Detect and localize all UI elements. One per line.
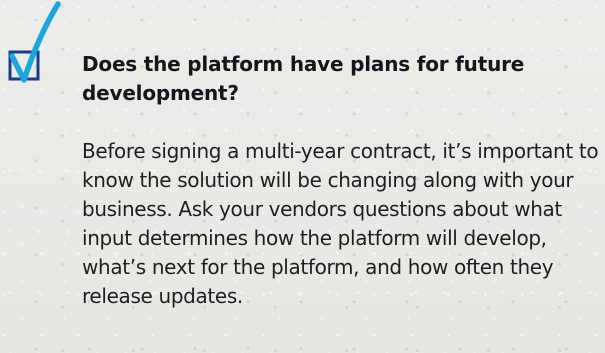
faq-answer: Before signing a multi-year contract, it… — [82, 139, 599, 308]
faq-question: Does the platform have plans for future … — [82, 52, 525, 105]
checked-checkbox-icon — [2, 0, 92, 100]
